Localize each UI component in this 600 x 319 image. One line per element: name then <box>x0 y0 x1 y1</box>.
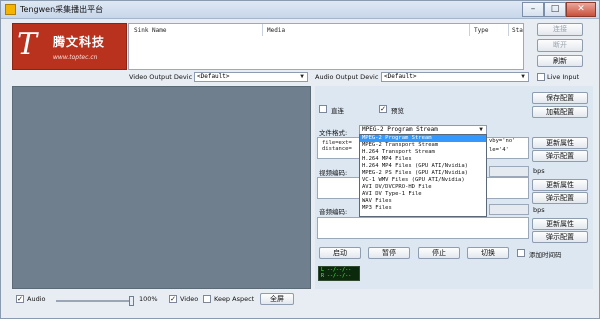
video-preview[interactable] <box>12 86 311 289</box>
format-option[interactable]: H.264 MP4 Files <box>360 156 486 163</box>
direct-label: 直连 <box>331 107 344 115</box>
sink-list[interactable]: Sink Name Media Type Sta <box>128 23 524 70</box>
maximize-button[interactable]: □ <box>544 2 566 17</box>
meter-line-right: R --/--/-- <box>321 273 352 279</box>
close-icon: ✕ <box>577 4 585 14</box>
format-option[interactable]: AVI DV Type-1 File <box>360 191 486 198</box>
format-option[interactable]: WAV Files <box>360 198 486 205</box>
add-timecode-checkbox[interactable] <box>517 249 525 257</box>
show-config-button-3[interactable]: 弹示配置 <box>532 231 588 243</box>
show-config-button-2[interactable]: 弹示配置 <box>532 192 588 204</box>
video-checkbox[interactable]: ✓ <box>169 295 177 303</box>
direct-checkbox[interactable] <box>319 105 327 113</box>
audio-label: Audio <box>27 295 46 303</box>
format-option[interactable]: MPEG-2 PS Files (GPU ATI/Nvidia) <box>360 170 486 177</box>
live-input-label: Live Input <box>547 73 580 81</box>
format-option[interactable]: H.264 MP4 Files (GPU ATI/Nvidia) <box>360 163 486 170</box>
format-option[interactable]: AVI DV/DVCPRO-HD File <box>360 184 486 191</box>
audio-codec-options[interactable] <box>317 217 529 239</box>
format-option[interactable]: MPEG-2 Transport Stream <box>360 142 486 149</box>
file-options-right-2: le='4' <box>489 147 509 153</box>
video-output-value: <Default> <box>197 73 230 80</box>
volume-slider-thumb[interactable] <box>129 296 134 306</box>
company-logo: T 腾文科技 www.toptec.cn <box>12 23 127 70</box>
column-divider <box>508 24 509 36</box>
close-button[interactable]: ✕ <box>566 2 596 17</box>
video-codec-label: 视频编码: <box>319 169 348 177</box>
file-format-value: MPEG-2 Program Stream <box>362 126 438 133</box>
load-config-button[interactable]: 加载配置 <box>532 106 588 118</box>
switch-button[interactable]: 切换 <box>467 247 509 259</box>
connect-button[interactable]: 连接 <box>537 23 583 36</box>
file-format-label: 文件格式: <box>319 129 348 137</box>
stop-button[interactable]: 停止 <box>418 247 460 259</box>
volume-slider-track <box>56 300 134 302</box>
format-option[interactable]: H.264 Transport Stream <box>360 149 486 156</box>
volume-percent: 100% <box>139 295 158 303</box>
format-option[interactable]: VC-1 WMV Files (GPU ATI/Nvidia) <box>360 177 486 184</box>
more-properties-button-3[interactable]: 更新属性 <box>532 218 588 230</box>
more-properties-button-1[interactable]: 更新属性 <box>532 137 588 149</box>
window-title: Tengwen采集播出平台 <box>20 5 104 14</box>
video-output-label: Video Output Devic <box>129 73 193 81</box>
column-divider <box>469 24 470 36</box>
keep-aspect-checkbox[interactable] <box>203 295 211 303</box>
show-config-button-1[interactable]: 弹示配置 <box>532 150 588 162</box>
audio-level-meter: L --/--/-- R --/--/-- <box>318 266 360 281</box>
column-header-sink-name[interactable]: Sink Name <box>134 27 167 34</box>
preview-label: 预览 <box>391 107 404 115</box>
audio-output-select[interactable]: <Default> ▼ <box>381 72 529 82</box>
file-options-right-1: vby='no' <box>489 138 516 144</box>
save-config-button[interactable]: 保存配置 <box>532 92 588 104</box>
main-window: Tengwen采集播出平台 – □ ✕ T 腾文科技 www.toptec.cn… <box>0 0 600 319</box>
audio-bps-label: bps <box>533 206 545 214</box>
minimize-button[interactable]: – <box>522 2 544 17</box>
live-input-checkbox[interactable] <box>537 73 545 81</box>
column-header-media[interactable]: Media <box>267 27 285 34</box>
chevron-down-icon: ▼ <box>300 73 304 80</box>
column-header-status[interactable]: Sta <box>512 27 523 34</box>
audio-bitrate-input[interactable] <box>489 204 529 215</box>
volume-slider[interactable] <box>56 296 134 306</box>
logo-name: 腾文科技 <box>53 35 106 49</box>
logo-mark: T <box>17 27 38 62</box>
audio-codec-label: 音频编码: <box>319 208 348 216</box>
video-bitrate-input[interactable] <box>489 166 529 177</box>
add-timecode-label: 添加时间码 <box>529 251 562 259</box>
disconnect-button[interactable]: 断开 <box>537 39 583 52</box>
maximize-icon: □ <box>550 4 560 14</box>
pause-button[interactable]: 暂停 <box>368 247 410 259</box>
column-divider <box>262 24 263 36</box>
audio-checkbox[interactable]: ✓ <box>16 295 24 303</box>
chevron-down-icon: ▼ <box>479 126 483 133</box>
video-output-select[interactable]: <Default> ▼ <box>194 72 308 82</box>
column-header-type[interactable]: Type <box>474 27 488 34</box>
fullscreen-button[interactable]: 全屏 <box>260 293 294 305</box>
chevron-down-icon: ▼ <box>521 73 525 80</box>
title-bar[interactable]: Tengwen采集播出平台 – □ ✕ <box>1 1 599 19</box>
preview-checkbox[interactable]: ✓ <box>379 105 387 113</box>
video-label: Video <box>180 295 199 303</box>
app-icon <box>5 4 16 15</box>
video-bps-label: bps <box>533 167 545 175</box>
audio-output-value: <Default> <box>384 73 417 80</box>
logo-url: www.toptec.cn <box>53 54 98 61</box>
audio-output-label: Audio Output Devic <box>315 73 379 81</box>
format-option[interactable]: MPEG-2 Program Stream <box>360 135 486 142</box>
refresh-button[interactable]: 刷新 <box>537 55 583 67</box>
more-properties-button-2[interactable]: 更新属性 <box>532 179 588 191</box>
start-button[interactable]: 启动 <box>319 247 361 259</box>
keep-aspect-label: Keep Aspect <box>214 295 255 303</box>
format-option[interactable]: MP3 Files <box>360 205 486 212</box>
file-format-dropdown[interactable]: MPEG-2 Program Stream MPEG-2 Transport St… <box>359 134 487 217</box>
minimize-icon: – <box>530 4 536 14</box>
